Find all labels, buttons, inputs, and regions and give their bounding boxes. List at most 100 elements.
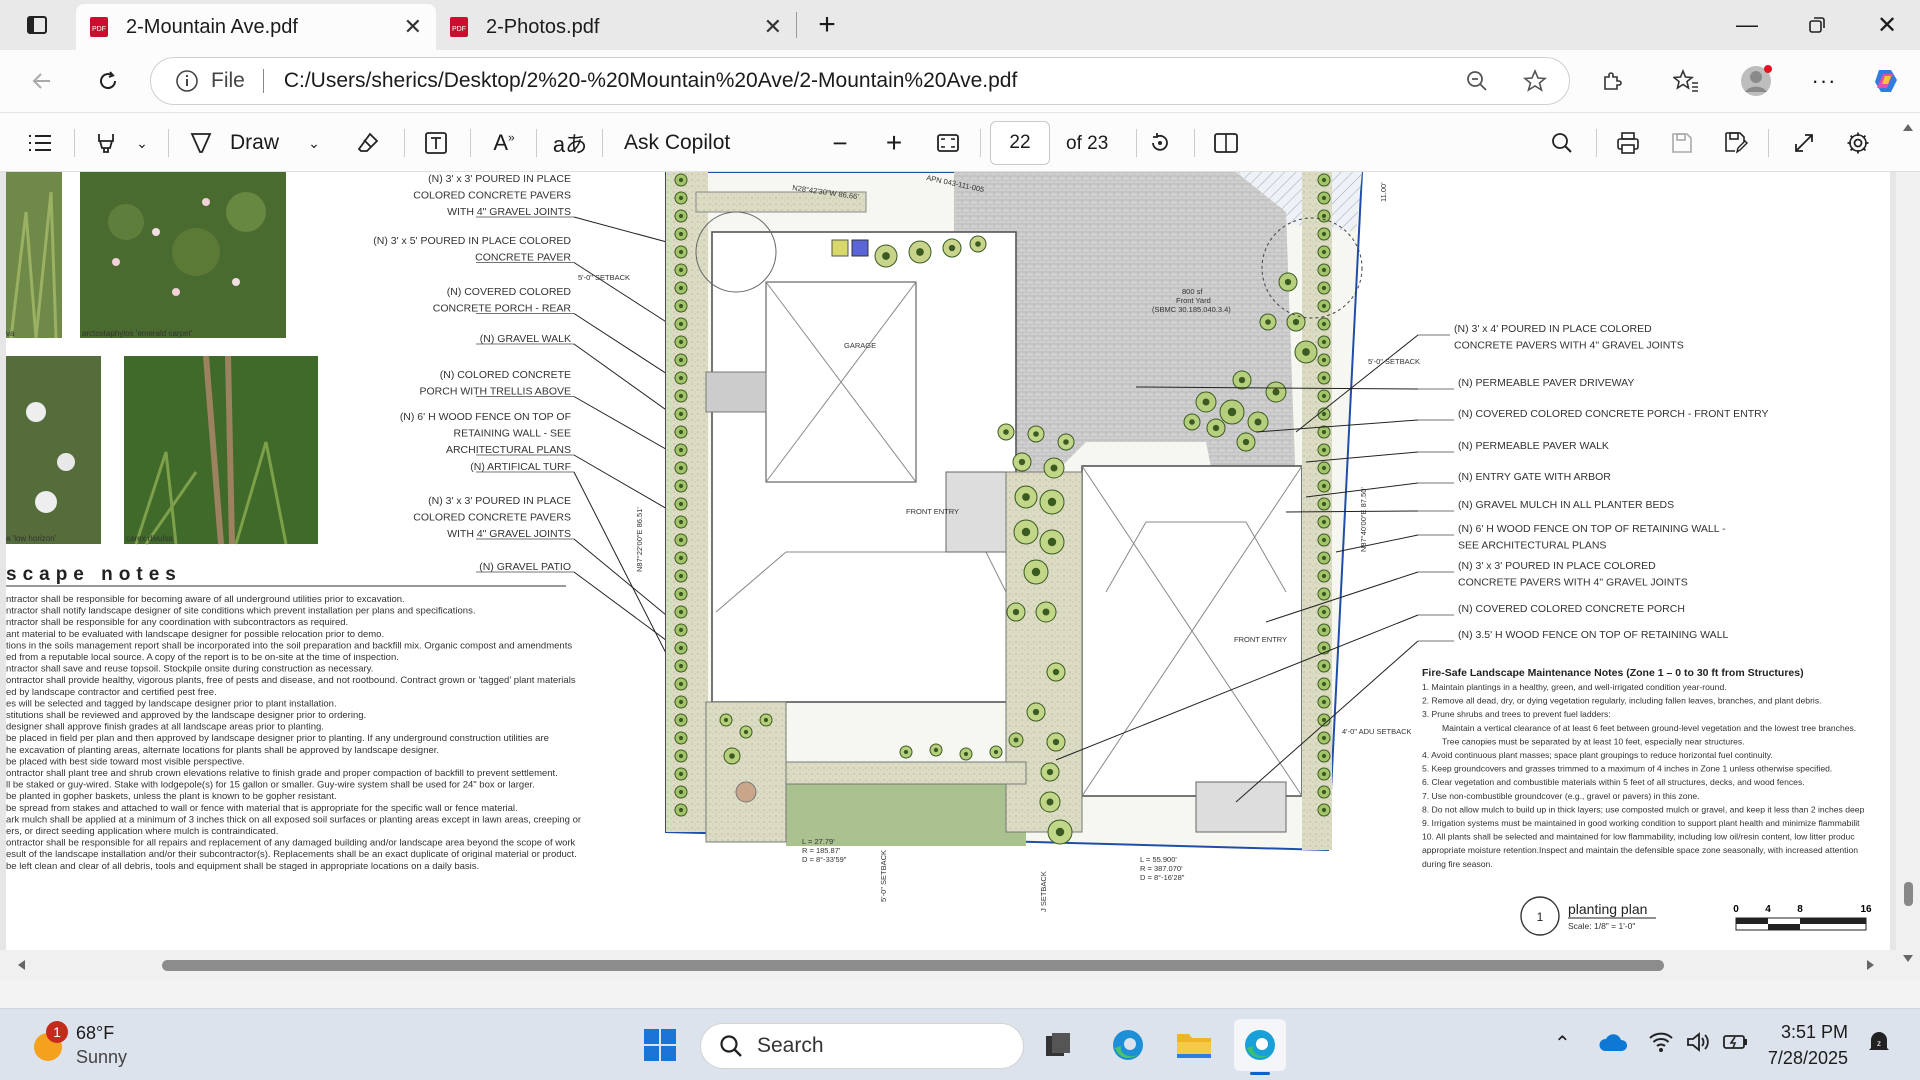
pen-icon (190, 133, 212, 153)
minimize-button[interactable]: — (1716, 0, 1778, 50)
shrub-center (993, 749, 999, 755)
url-text[interactable]: C:/Users/sherics/Desktop/2%20-%20Mountai… (284, 69, 1017, 93)
shrub-center (678, 555, 684, 561)
toolbar-divider (74, 129, 75, 157)
battery-button[interactable] (1722, 1031, 1750, 1058)
shrub-center (1321, 195, 1327, 201)
search-icon (720, 1035, 742, 1057)
find-button[interactable] (1542, 125, 1582, 161)
callout-label: (N) 6' H WOOD FENCE ON TOP OF (400, 411, 571, 423)
taskbar-search[interactable]: Search (700, 1023, 1024, 1069)
zoom-out-icon[interactable] (1465, 69, 1489, 93)
save-button[interactable] (1662, 125, 1702, 161)
network-button[interactable] (1648, 1031, 1674, 1058)
draw-options-button[interactable]: ⌄ (302, 125, 326, 161)
erase-button[interactable] (348, 125, 388, 161)
page-view-button[interactable] (1206, 125, 1246, 161)
scroll-left-icon[interactable] (16, 959, 26, 971)
info-icon[interactable] (175, 69, 199, 93)
pdf-icon: PDF (90, 17, 108, 37)
vertical-scrollbar[interactable] (1896, 124, 1920, 980)
horizontal-scrollbar[interactable] (0, 950, 1896, 980)
tab-actions-button[interactable] (6, 0, 68, 50)
task-view-button[interactable] (1032, 1019, 1084, 1071)
scroll-right-icon[interactable] (1866, 959, 1876, 971)
shrub-center (678, 483, 684, 489)
edge-taskbar-button[interactable] (1102, 1019, 1154, 1071)
favorites-button[interactable] (1666, 61, 1706, 101)
onedrive-button[interactable] (1598, 1031, 1628, 1058)
ask-copilot-button[interactable]: Ask Copilot (624, 125, 754, 161)
zoom-out-button[interactable]: − (820, 125, 860, 161)
print-button[interactable] (1608, 125, 1648, 161)
shrub-center (1047, 497, 1057, 507)
favorite-star-icon[interactable] (1523, 69, 1547, 93)
pdf-viewport[interactable]: arctostaphylos 'emerald carpet' a 'low h… (0, 124, 1920, 980)
setback-label: 5'-0" SETBACK (1368, 357, 1420, 366)
shrub-center (1321, 555, 1327, 561)
toolbar-divider (602, 129, 603, 157)
show-hidden-icons-button[interactable]: ⌃ (1554, 1031, 1571, 1056)
shrub-center (1321, 465, 1327, 471)
scroll-down-icon[interactable] (1902, 954, 1914, 964)
scroll-up-icon[interactable] (1902, 122, 1914, 132)
shrub-center (1321, 537, 1327, 543)
shrub-center (678, 285, 684, 291)
clock[interactable]: 3:51 PM 7/28/2025 (1768, 1019, 1848, 1071)
vertical-scroll-thumb[interactable] (1904, 882, 1913, 906)
file-explorer-button[interactable] (1168, 1019, 1220, 1071)
fullscreen-button[interactable] (1784, 125, 1824, 161)
add-text-button[interactable] (416, 125, 456, 161)
draw-button[interactable]: Draw (188, 125, 298, 161)
highlight-options-button[interactable]: ⌄ (130, 125, 154, 161)
close-tab-icon[interactable]: ✕ (404, 14, 422, 40)
new-tab-button[interactable]: + (796, 0, 858, 50)
shrub-center (1238, 376, 1246, 384)
translate-button[interactable]: aあ (550, 125, 590, 161)
note-line: tions in the soils management report sha… (6, 640, 572, 651)
note-line: ark mulch shall be applied at a minimum … (6, 814, 581, 825)
address-bar[interactable]: File C:/Users/sherics/Desktop/2%20-%20Mo… (150, 57, 1570, 105)
fit-page-button[interactable] (928, 125, 968, 161)
settings-more-button[interactable]: ··· (1804, 61, 1844, 101)
back-button[interactable] (22, 61, 62, 101)
pdf-settings-button[interactable] (1838, 125, 1878, 161)
read-aloud-button[interactable]: A» (484, 125, 524, 161)
rotate-button[interactable] (1140, 125, 1180, 161)
save-as-icon (1725, 132, 1748, 154)
shrub-center (1046, 798, 1054, 806)
front-yard-label: 800 sf (1182, 287, 1203, 296)
volume-button[interactable] (1686, 1031, 1712, 1058)
profile-button[interactable] (1736, 61, 1776, 101)
close-tab-icon[interactable]: ✕ (764, 14, 782, 40)
note-line: be placed with best side toward most vis… (6, 756, 245, 767)
garage-label: GARAGE (844, 341, 876, 350)
extensions-button[interactable] (1592, 61, 1632, 101)
refresh-icon (100, 71, 117, 90)
page-number-input[interactable]: 22 (990, 121, 1050, 165)
front-yard-label: (SBMC 30.185.040.3.4) (1152, 305, 1231, 314)
shrub-center (678, 591, 684, 597)
curve-data: L = 55.900' (1140, 855, 1177, 864)
close-window-button[interactable]: ✕ (1856, 0, 1918, 50)
curve-data: L = 27.79' (802, 837, 835, 846)
save-as-button[interactable] (1716, 125, 1756, 161)
copilot-button[interactable] (1866, 61, 1906, 101)
shrub-center (1021, 527, 1031, 537)
contents-button[interactable] (20, 125, 60, 161)
restore-button[interactable] (1786, 0, 1848, 50)
start-button[interactable] (634, 1019, 686, 1071)
zoom-in-button[interactable]: + (874, 125, 914, 161)
highlight-button[interactable] (86, 125, 126, 161)
tab-photos[interactable]: PDF 2-Photos.pdf ✕ (436, 4, 796, 50)
horizontal-scroll-thumb[interactable] (162, 960, 1664, 971)
more-icon: ··· (1811, 68, 1837, 93)
notifications-button[interactable]: z (1866, 1029, 1892, 1060)
scale-tick: 8 (1797, 904, 1803, 915)
curve-data: D = 8°-33'59" (802, 855, 847, 864)
shrub-center (678, 375, 684, 381)
refresh-button[interactable] (88, 61, 128, 101)
tab-mountain-ave[interactable]: PDF 2-Mountain Ave.pdf ✕ (76, 4, 436, 50)
pdf-viewer-taskbar-button[interactable] (1234, 1019, 1286, 1075)
arrow-left-icon (32, 73, 50, 89)
